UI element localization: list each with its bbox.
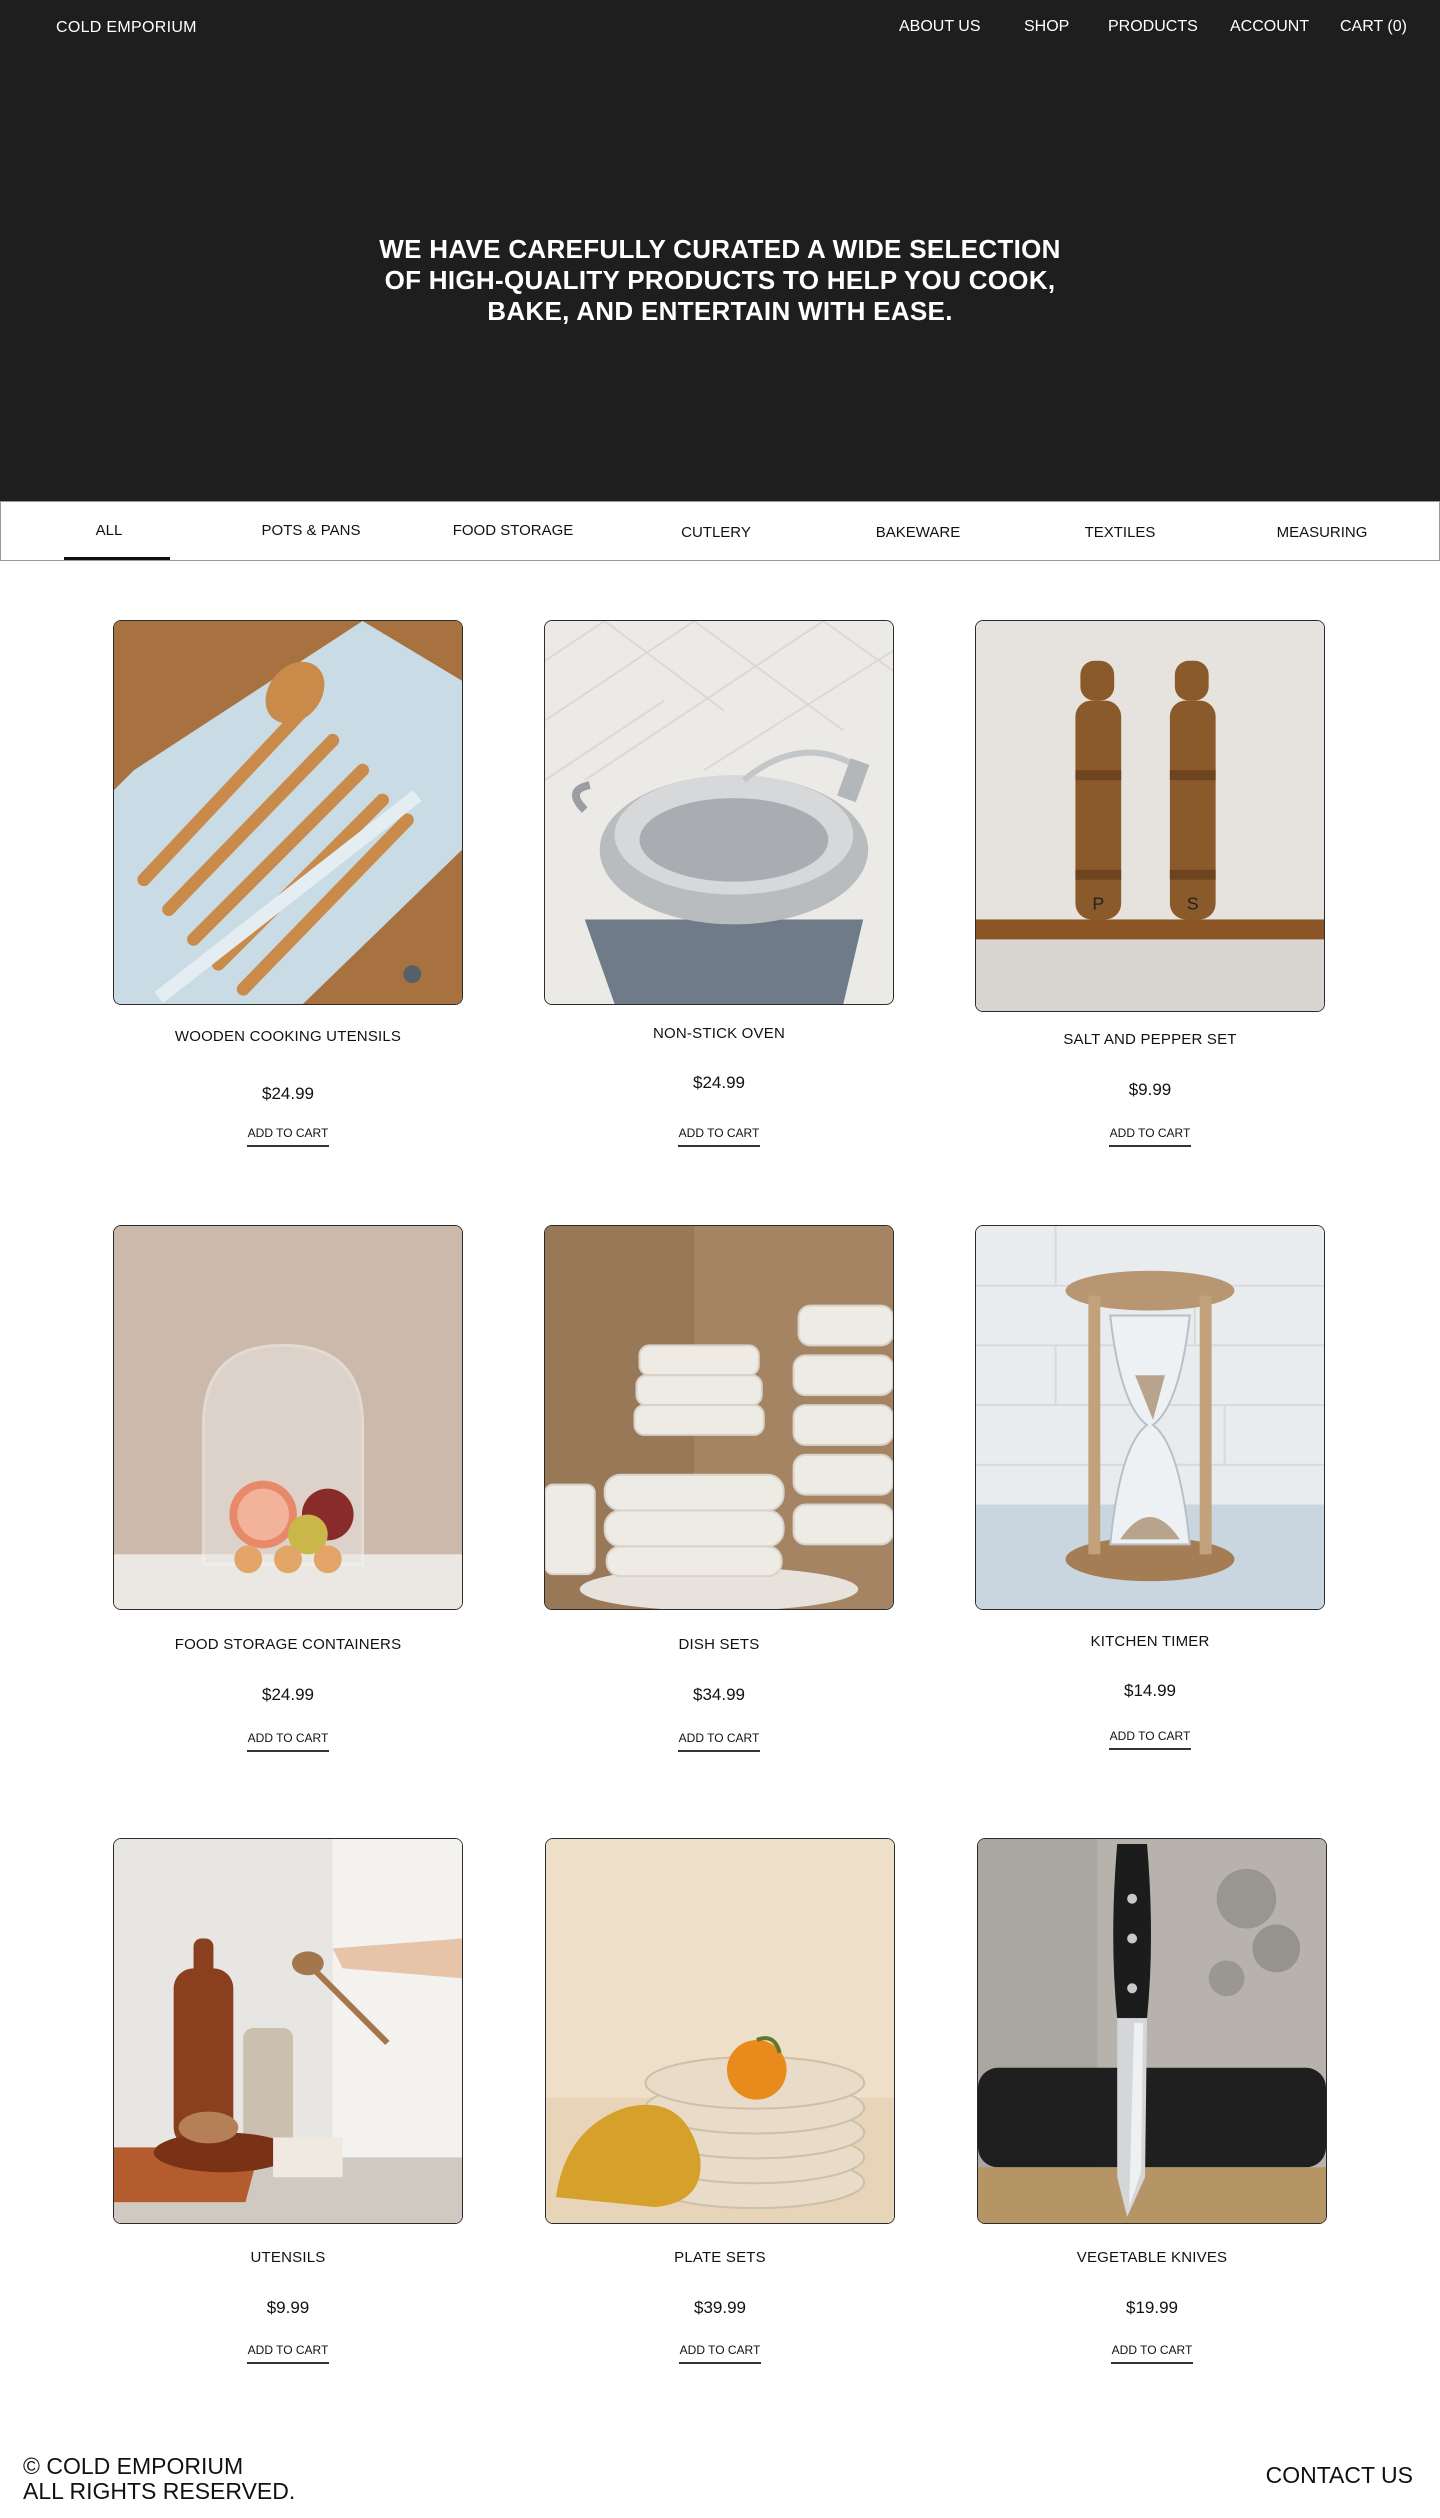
steel-pan-image[interactable] — [544, 620, 894, 1005]
hourglass-image[interactable] — [975, 1225, 1325, 1610]
product-name: UTENSILS — [250, 2249, 326, 2266]
nav-cart[interactable]: CART (0) — [1340, 18, 1407, 36]
product-price: $34.99 — [693, 1685, 745, 1704]
product-price: $14.99 — [1124, 1681, 1176, 1700]
tab-all[interactable]: ALL — [8, 502, 210, 560]
product-price: $19.99 — [1126, 2298, 1178, 2317]
glass-dome-fruit-image[interactable] — [113, 1225, 463, 1610]
nav-about-us[interactable]: ABOUT US — [899, 18, 981, 36]
product-price: $9.99 — [266, 2298, 310, 2317]
contact-us-link[interactable]: CONTACT US — [1266, 2462, 1413, 2489]
product-price: $39.99 — [694, 2298, 746, 2317]
rights-line: ALL RIGHTS RESERVED. — [23, 2478, 296, 2504]
tab-label: TEXTILES — [1084, 524, 1156, 541]
tab-textiles[interactable]: TEXTILES — [1019, 502, 1221, 560]
product-name: SALT AND PEPPER SET — [1063, 1031, 1237, 1048]
add-to-cart-button[interactable]: ADD TO CART — [678, 1731, 760, 1752]
footer-copyright: © COLD EMPORIUM ALL RIGHTS RESERVED. — [23, 2454, 295, 2504]
copyright-line: © COLD EMPORIUM — [23, 2453, 244, 2479]
nav-account[interactable]: ACCOUNT — [1230, 18, 1309, 36]
product-name: NON-STICK OVEN — [653, 1025, 785, 1042]
product-name: FOOD STORAGE CONTAINERS — [174, 1636, 402, 1653]
salt-pepper-mills-image[interactable]: P S — [975, 620, 1325, 1012]
brand-logo[interactable]: COLD EMPORIUM — [56, 19, 197, 37]
hero-title: WE HAVE CAREFULLY CURATED A WIDE SELECTI… — [379, 234, 1061, 326]
add-to-cart-button[interactable]: ADD TO CART — [678, 1126, 760, 1147]
tab-food-storage[interactable]: FOOD STORAGE — [412, 502, 614, 560]
add-to-cart-button[interactable]: ADD TO CART — [247, 1126, 329, 1147]
add-to-cart-button[interactable]: ADD TO CART — [1111, 2343, 1193, 2364]
svg-text:S: S — [1187, 894, 1199, 914]
product-price: $24.99 — [262, 1084, 314, 1103]
tab-label: POTS & PANS — [261, 522, 361, 539]
wooden-kitchenware-image[interactable] — [113, 1838, 463, 2224]
stacked-bowls-image[interactable] — [544, 1225, 894, 1610]
product-price: $24.99 — [262, 1685, 314, 1704]
tab-bakeware[interactable]: BAKEWARE — [817, 502, 1019, 560]
product-name: KITCHEN TIMER — [1090, 1633, 1210, 1650]
tab-label: FOOD STORAGE — [452, 522, 574, 539]
nav-products[interactable]: PRODUCTS — [1108, 18, 1198, 36]
add-to-cart-button[interactable]: ADD TO CART — [1109, 1126, 1191, 1147]
product-name: PLATE SETS — [674, 2249, 766, 2266]
plate-stack-orange-image[interactable] — [545, 1838, 895, 2224]
tab-label: BAKEWARE — [875, 524, 961, 541]
add-to-cart-button[interactable]: ADD TO CART — [247, 1731, 329, 1752]
product-price: $24.99 — [693, 1073, 745, 1092]
product-name: WOODEN COOKING UTENSILS — [174, 1028, 402, 1045]
tab-label: MEASURING — [1276, 524, 1368, 541]
tab-label: ALL — [95, 522, 123, 539]
add-to-cart-button[interactable]: ADD TO CART — [247, 2343, 329, 2364]
product-name: VEGETABLE KNIVES — [1076, 2249, 1228, 2266]
tab-label: CUTLERY — [681, 524, 751, 541]
svg-text:P: P — [1092, 894, 1104, 914]
knife-image[interactable] — [977, 1838, 1327, 2224]
hero-section: COLD EMPORIUM ABOUT US SHOP PRODUCTS ACC… — [0, 0, 1440, 501]
tab-pots-pans[interactable]: POTS & PANS — [210, 502, 412, 560]
add-to-cart-button[interactable]: ADD TO CART — [679, 2343, 761, 2364]
category-tabs: ALL POTS & PANS FOOD STORAGE CUTLERY BAK… — [0, 501, 1440, 561]
nav-shop[interactable]: SHOP — [1024, 18, 1069, 36]
tab-cutlery[interactable]: CUTLERY — [615, 502, 817, 560]
tab-measuring[interactable]: MEASURING — [1221, 502, 1423, 560]
add-to-cart-button[interactable]: ADD TO CART — [1109, 1729, 1191, 1750]
wooden-utensils-image[interactable] — [113, 620, 463, 1005]
product-name: DISH SETS — [678, 1636, 760, 1653]
product-price: $9.99 — [1128, 1080, 1172, 1099]
